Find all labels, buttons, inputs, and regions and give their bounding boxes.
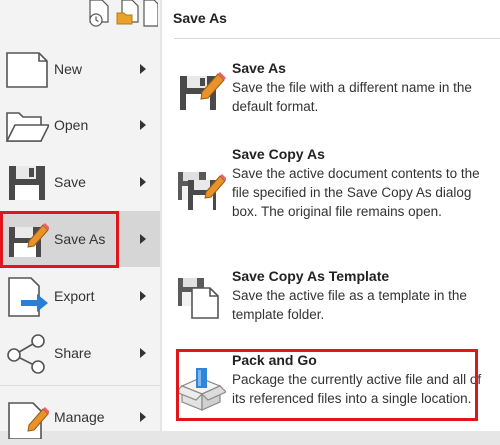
menu-label: New xyxy=(54,61,83,77)
menu-item-save-as[interactable]: Save As xyxy=(0,211,160,267)
save-copy-icon xyxy=(178,172,226,210)
menu-label: Save xyxy=(54,174,86,190)
option-title: Save Copy As xyxy=(232,146,325,162)
chevron-right-icon xyxy=(140,64,146,74)
menu-label: Export xyxy=(54,288,95,304)
chevron-right-icon xyxy=(140,120,146,130)
quick-access-icons xyxy=(86,0,158,30)
chevron-right-icon xyxy=(140,348,146,358)
export-arrow-icon xyxy=(8,277,48,317)
application-menu: New Open Save Save As Export Share Manag… xyxy=(0,0,160,439)
menu-item-manage[interactable]: Manage xyxy=(0,389,160,445)
panel-divider xyxy=(174,38,500,39)
option-save-as[interactable]: Save As Save the file with a different n… xyxy=(162,60,500,120)
option-save-copy-as-template[interactable]: Save Copy As Template Save the active fi… xyxy=(162,268,500,328)
option-title: Pack and Go xyxy=(232,352,317,368)
template-file-icon xyxy=(178,278,219,319)
option-description: Package the currently active file and al… xyxy=(232,372,482,406)
menu-label: Save As xyxy=(54,231,106,247)
menu-item-save[interactable]: Save xyxy=(0,154,160,210)
option-description: Save the active document contents to the… xyxy=(232,166,480,219)
save-as-panel: Save As Save As Save the file with a dif… xyxy=(162,0,500,431)
option-title: Save Copy As Template xyxy=(232,268,390,284)
menu-divider xyxy=(0,385,160,386)
manage-file-icon xyxy=(8,402,49,439)
pack-box-icon xyxy=(176,368,226,411)
menu-label: Open xyxy=(54,117,89,133)
chevron-right-icon xyxy=(140,291,146,301)
option-save-copy-as[interactable]: Save Copy As Save the active document co… xyxy=(162,146,500,242)
menu-label: Manage xyxy=(54,409,105,425)
share-nodes-icon xyxy=(7,334,45,374)
floppy-pencil-icon xyxy=(9,223,49,257)
menu-label: Share xyxy=(54,345,92,361)
folder-open-icon xyxy=(5,112,49,142)
panel-title: Save As xyxy=(173,10,227,26)
menu-item-new[interactable]: New xyxy=(0,41,160,97)
new-file-icon xyxy=(6,52,48,88)
menu-item-export[interactable]: Export xyxy=(0,268,160,324)
option-title: Save As xyxy=(232,60,286,76)
recent-documents-icon[interactable] xyxy=(86,0,112,28)
menu-item-share[interactable]: Share xyxy=(0,325,160,381)
open-folder-icon[interactable] xyxy=(116,0,142,28)
option-description: Save the file with a different name in t… xyxy=(232,80,472,114)
chevron-right-icon xyxy=(140,177,146,187)
option-description: Save the active file as a template in th… xyxy=(232,288,467,322)
chevron-right-icon xyxy=(140,234,146,244)
option-pack-and-go[interactable]: Pack and Go Package the currently active… xyxy=(162,352,500,431)
floppy-disk-icon xyxy=(9,166,45,200)
new-file-icon[interactable] xyxy=(142,0,158,28)
chevron-right-icon xyxy=(140,412,146,422)
floppy-pencil-icon xyxy=(180,72,226,110)
menu-item-open[interactable]: Open xyxy=(0,97,160,153)
